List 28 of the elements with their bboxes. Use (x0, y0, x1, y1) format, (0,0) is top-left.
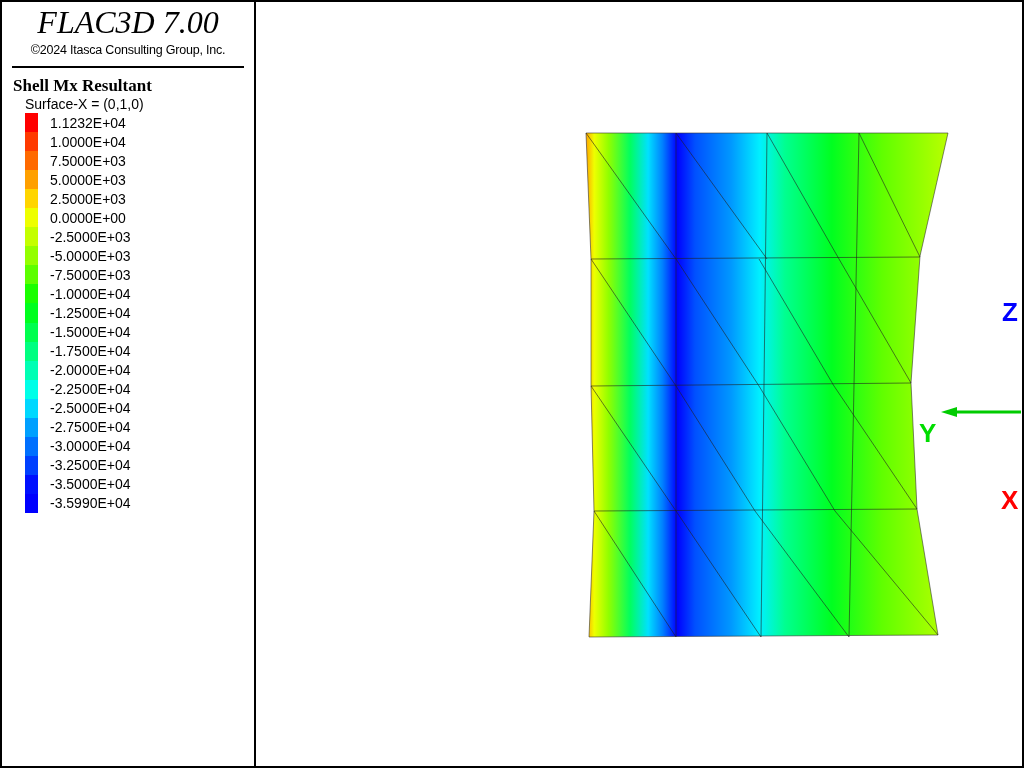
legend-value: -2.5000E+03 (50, 228, 131, 245)
legend-value: 0.0000E+00 (50, 209, 126, 226)
legend-value: -1.2500E+04 (50, 305, 131, 321)
legend-value: -3.0000E+04 (50, 438, 131, 455)
axis-label: Y (919, 418, 937, 448)
legend-value: 1.0000E+04 (50, 133, 126, 150)
legend-value: -3.5000E+04 (50, 476, 131, 493)
legend-value: -2.0000E+04 (50, 362, 131, 379)
legend-value: -2.2500E+04 (50, 381, 131, 398)
legend-value: 7.5000E+03 (50, 152, 126, 169)
legend-value: -1.7500E+04 (50, 343, 131, 360)
legend-subtitle: Surface-X = (0,1,0) (25, 96, 145, 113)
legend-value: 2.5000E+03 (50, 190, 126, 207)
legend-value: -3.5990E+04 (50, 495, 131, 512)
legend-value: -7.5000E+03 (50, 266, 131, 283)
legend-value: -5.0000E+03 (50, 247, 131, 264)
legend-value: -2.7500E+04 (50, 419, 131, 436)
legend-value: -1.0000E+04 (50, 285, 131, 302)
copyright-text: ©2024 Itasca Consulting Group, Inc. (29, 43, 227, 57)
legend-value: 1.1232E+04 (50, 114, 126, 131)
legend-value: -3.2500E+04 (50, 457, 131, 474)
legend-value: -1.5000E+04 (50, 324, 131, 341)
legend-title: Shell Mx Resultant (13, 76, 153, 96)
legend-value: 5.0000E+03 (50, 171, 126, 188)
app-title: FLAC3D 7.00 (36, 6, 220, 38)
axis-label: Z (1002, 297, 1018, 327)
axis-label: X (1001, 485, 1019, 515)
legend-value: -2.5000E+04 (50, 400, 131, 417)
